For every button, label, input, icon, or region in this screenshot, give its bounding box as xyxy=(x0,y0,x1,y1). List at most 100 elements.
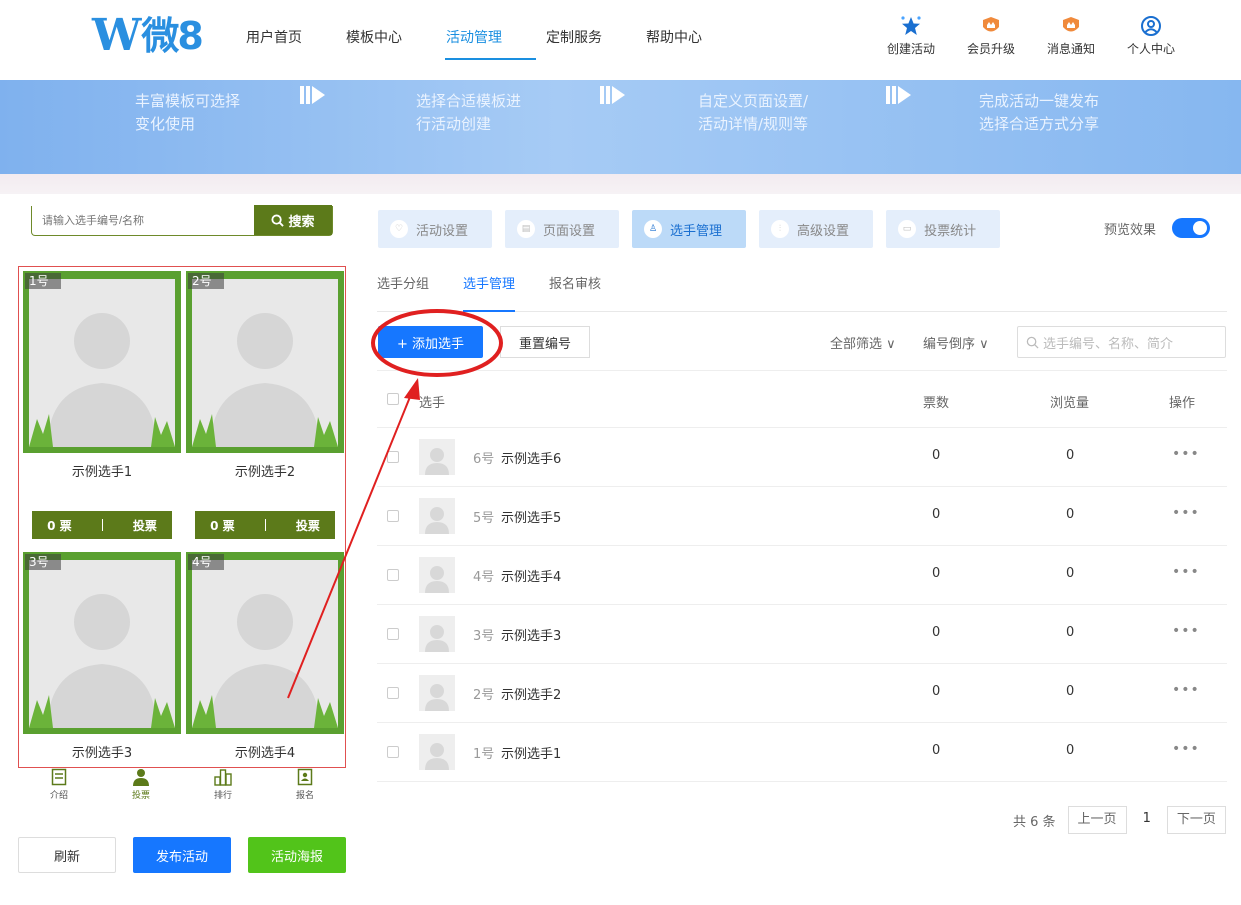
user-circle-icon xyxy=(1139,14,1163,38)
switch-knob xyxy=(1193,221,1208,235)
add-player-button[interactable]: + 添加选手 xyxy=(378,326,483,358)
more-actions-icon[interactable]: ••• xyxy=(1172,741,1200,757)
tab-advanced-settings[interactable]: ⫶ 高级设置 xyxy=(759,210,874,248)
player-avatar xyxy=(419,498,455,534)
vote-count: 0 票 xyxy=(47,518,72,533)
message-notice-button[interactable]: 消息通知 xyxy=(1041,14,1101,57)
player-number: 4号 xyxy=(473,570,495,585)
banner-step-3: 自定义页面设置/ 活动详情/规则等 xyxy=(698,90,808,136)
tab-vote-statistics[interactable]: ▭ 投票统计 xyxy=(886,210,1001,248)
create-activity-button[interactable]: 创建活动 xyxy=(881,14,941,57)
preview-effect-toggle: 预览效果 xyxy=(1104,218,1211,238)
sort-order-dropdown[interactable]: 编号倒序 ∨ xyxy=(923,333,989,352)
sub-tabs: 选手分组 选手管理 报名审核 xyxy=(377,262,1227,312)
personal-center-button[interactable]: 个人中心 xyxy=(1121,14,1181,57)
nav-user-home[interactable]: 用户首页 xyxy=(230,0,318,80)
preview-search-input[interactable] xyxy=(32,206,254,235)
player-number: 5号 xyxy=(473,511,495,526)
player-name: 示例选手5 xyxy=(501,511,562,526)
tab-rank[interactable]: 排行 xyxy=(193,768,253,808)
member-upgrade-button[interactable]: 会员升级 xyxy=(961,14,1021,57)
vote-bar[interactable]: 0 票 投票 xyxy=(195,511,335,539)
tab-intro[interactable]: 介绍 xyxy=(29,768,89,808)
table-row: 2号 示例选手2 0 0 ••• xyxy=(377,664,1227,723)
more-actions-icon[interactable]: ••• xyxy=(1172,682,1200,698)
tab-signup[interactable]: 报名 xyxy=(275,768,335,808)
top-header: W 微8 用户首页 模板中心 活动管理 定制服务 帮助中心 创建活动 会员升级 … xyxy=(0,0,1241,80)
player-photo: 1号 xyxy=(23,271,181,453)
player-name: 示例选手4 xyxy=(501,570,562,585)
publish-activity-button[interactable]: 发布活动 xyxy=(133,837,231,873)
tab-activity-settings[interactable]: ♡ 活动设置 xyxy=(378,210,493,248)
player-name: 示例选手2 xyxy=(234,465,296,480)
logo[interactable]: W 微8 xyxy=(92,14,204,58)
preview-effect-label: 预览效果 xyxy=(1104,222,1157,238)
player-name: 示例选手1 xyxy=(501,747,562,762)
row-checkbox[interactable] xyxy=(387,687,399,699)
tab-vote-statistics-label: 投票统计 xyxy=(924,223,977,239)
vote-count: 0 xyxy=(932,507,941,522)
doc-icon xyxy=(51,768,67,786)
tab-signup-label: 报名 xyxy=(295,791,314,801)
subtab-player-groups[interactable]: 选手分组 xyxy=(377,262,429,312)
preview-search-button[interactable]: 搜索 xyxy=(254,205,332,235)
view-count: 0 xyxy=(1066,625,1075,640)
player-name: 示例选手4 xyxy=(234,746,296,761)
col-player: 选手 xyxy=(419,396,446,411)
header-actions: 创建活动 会员升级 消息通知 个人中心 xyxy=(881,14,1181,57)
nav-help-center[interactable]: 帮助中心 xyxy=(630,0,718,80)
tab-player-management[interactable]: ♙ 选手管理 xyxy=(632,210,747,248)
player-name: 示例选手3 xyxy=(71,746,133,761)
tab-page-settings-label: 页面设置 xyxy=(543,223,596,239)
search-icon xyxy=(271,213,285,227)
banner-step-1: 丰富模板可选择 变化使用 xyxy=(135,90,240,136)
search-icon xyxy=(1026,336,1039,349)
row-checkbox[interactable] xyxy=(387,628,399,640)
player-toolbar: + 添加选手 重置编号 全部筛选 ∨ 编号倒序 ∨ 选手编号、名称、简介 xyxy=(377,313,1227,371)
more-actions-icon[interactable]: ••• xyxy=(1172,623,1200,639)
mobile-preview: 搜索 1号 示例选手1 0 票 投票 2号 xyxy=(18,194,346,774)
subtab-signup-review[interactable]: 报名审核 xyxy=(549,262,601,312)
preview-tabbar: 介绍 投票 排行 报名 xyxy=(18,768,346,808)
more-actions-icon[interactable]: ••• xyxy=(1172,564,1200,580)
vote-button[interactable]: 投票 xyxy=(296,517,320,534)
activity-poster-button[interactable]: 活动海报 xyxy=(248,837,346,873)
member-upgrade-label: 会员升级 xyxy=(966,42,1015,56)
crown-badge-icon xyxy=(979,14,1003,38)
sliders-icon: ⫶ xyxy=(771,220,790,238)
preview-effect-switch[interactable] xyxy=(1172,218,1211,238)
more-actions-icon[interactable]: ••• xyxy=(1172,505,1200,521)
subtab-player-management[interactable]: 选手管理 xyxy=(463,262,516,312)
nav-custom-service[interactable]: 定制服务 xyxy=(530,0,618,80)
tab-intro-label: 介绍 xyxy=(49,791,68,801)
row-checkbox[interactable] xyxy=(387,510,399,522)
signup-icon xyxy=(297,768,313,786)
reset-number-button[interactable]: 重置编号 xyxy=(500,326,590,358)
banner-step-2-line2: 行活动创建 xyxy=(416,115,492,133)
view-count: 0 xyxy=(1066,507,1075,522)
nav-active-underline xyxy=(445,58,536,60)
prev-page-button[interactable]: 上一页 xyxy=(1067,806,1127,834)
player-search-field[interactable]: 选手编号、名称、简介 xyxy=(1017,326,1226,358)
vote-button[interactable]: 投票 xyxy=(133,517,157,534)
refresh-button[interactable]: 刷新 xyxy=(18,837,116,873)
more-actions-icon[interactable]: ••• xyxy=(1172,446,1200,462)
page-icon: ▤ xyxy=(517,220,536,238)
player-photo: 3号 xyxy=(23,552,181,734)
rank-icon xyxy=(214,769,232,786)
filter-all-dropdown[interactable]: 全部筛选 ∨ xyxy=(830,333,896,352)
current-page[interactable]: 1 xyxy=(1138,806,1155,834)
vote-divider xyxy=(101,519,103,531)
row-checkbox[interactable] xyxy=(387,451,399,463)
vote-bar[interactable]: 0 票 投票 xyxy=(32,511,172,539)
nav-template-center[interactable]: 模板中心 xyxy=(330,0,418,80)
tab-vote[interactable]: 投票 xyxy=(111,768,171,808)
nav-activity-management[interactable]: 活动管理 xyxy=(430,0,518,80)
settings-tabs: ♡ 活动设置 ▤ 页面设置 ♙ 选手管理 ⫶ 高级设置 ▭ 投票统计 xyxy=(378,210,1001,248)
tab-page-settings[interactable]: ▤ 页面设置 xyxy=(505,210,620,248)
next-page-button[interactable]: 下一页 xyxy=(1166,806,1226,834)
row-checkbox[interactable] xyxy=(387,569,399,581)
player-name: 示例选手2 xyxy=(501,688,562,703)
row-checkbox[interactable] xyxy=(387,746,399,758)
select-all-checkbox[interactable] xyxy=(387,393,399,405)
